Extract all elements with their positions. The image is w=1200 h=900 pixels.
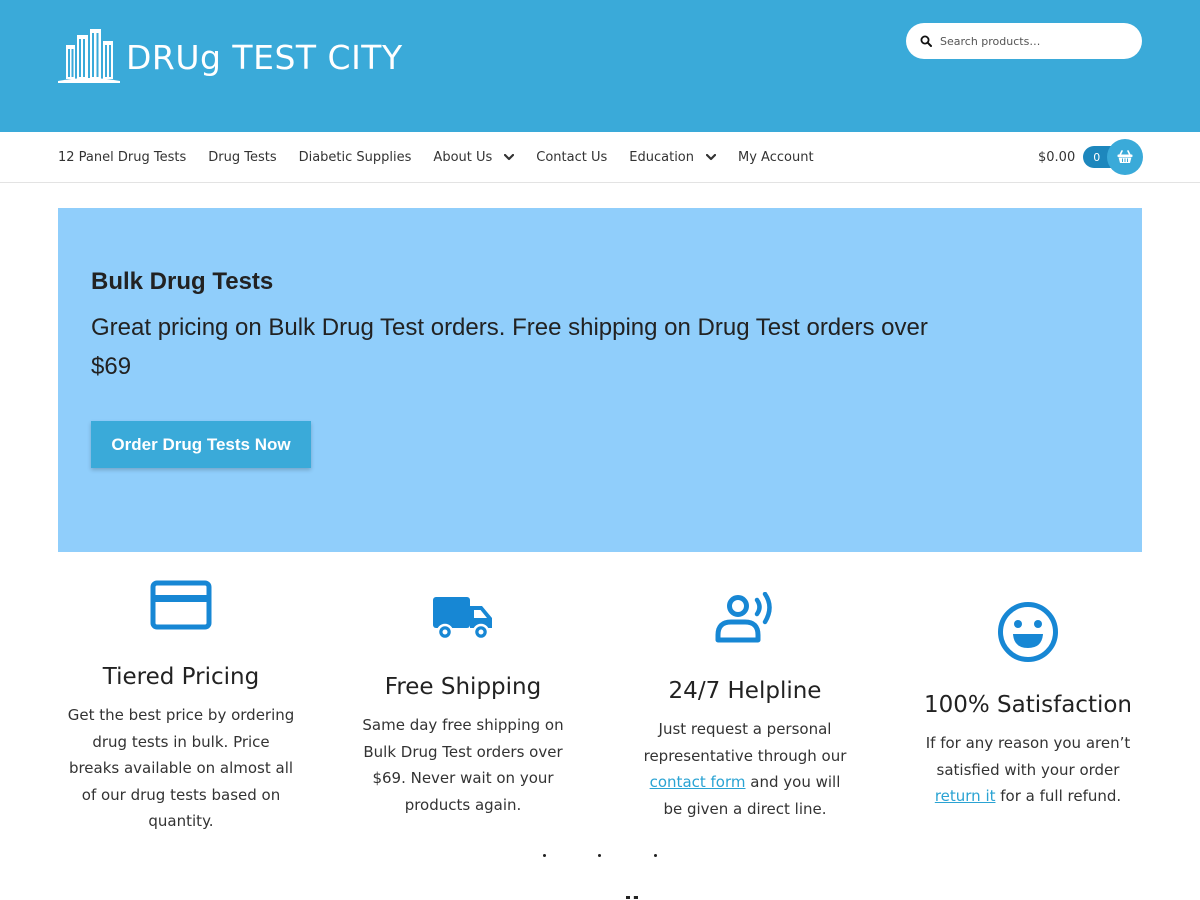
search-box[interactable]	[906, 23, 1142, 59]
nav-item-12-panel-drug-tests[interactable]: 12 Panel Drug Tests	[58, 150, 186, 165]
feature-free-shipping: Free Shipping Same day free shipping on …	[338, 595, 588, 818]
nav-item-my-account[interactable]: My Account	[738, 150, 814, 165]
feature-text: Get the best price by ordering drug test…	[67, 706, 295, 830]
hero-title: Bulk Drug Tests	[91, 268, 274, 295]
feature-title: Free Shipping	[384, 674, 542, 700]
main-navbar: 12 Panel Drug Tests Drug Tests Diabetic …	[0, 132, 1200, 183]
nav-item-label: Diabetic Supplies	[298, 149, 412, 165]
feature-text: If for any reason you aren’t satisfied w…	[903, 730, 1153, 810]
feature-text-part: If for any reason you aren’t satisfied w…	[925, 734, 1131, 779]
feature-satisfaction: 100% Satisfaction If for any reason you …	[903, 600, 1153, 810]
helpline-icon	[715, 592, 772, 643]
feature-helpline: 24/7 Helpline Just request a personal re…	[620, 592, 870, 822]
primary-menu: 12 Panel Drug Tests Drug Tests Diabetic …	[58, 132, 836, 182]
contact-form-link[interactable]: contact form	[650, 773, 746, 791]
logo-text: DRUg TEST CITY	[126, 37, 403, 77]
hero-subtitle: Great pricing on Bulk Drug Test orders. …	[91, 314, 928, 380]
nav-item-contact-us[interactable]: Contact Us	[536, 150, 607, 165]
smiley-icon	[998, 602, 1058, 662]
basket-icon	[1117, 150, 1133, 163]
separator-dot	[598, 854, 601, 857]
chevron-down-icon[interactable]	[705, 150, 717, 165]
feature-tiered-pricing: Tiered Pricing Get the best price by ord…	[56, 580, 306, 835]
site-logo[interactable]: DRUg TEST CITY	[58, 27, 403, 83]
nav-item-label: Education	[629, 149, 695, 165]
search-input[interactable]	[940, 34, 1130, 48]
nav-item-about-us[interactable]: About Us	[433, 149, 515, 165]
credit-card-icon	[150, 580, 212, 630]
cart-total[interactable]: $0.00	[1038, 150, 1075, 165]
cart-button[interactable]	[1107, 139, 1144, 175]
nav-item-label: Drug Tests	[208, 149, 277, 165]
chevron-down-icon[interactable]	[504, 150, 515, 165]
feature-text-part: Just request a personal representative t…	[643, 720, 847, 765]
cart-widget[interactable]: $0.00 0	[1038, 139, 1144, 175]
return-it-link[interactable]: return it	[935, 787, 996, 805]
site-header: DRUg TEST CITY	[0, 0, 1200, 132]
search-icon	[920, 35, 932, 47]
nav-item-label: Contact Us	[536, 149, 608, 165]
nav-item-education[interactable]: Education	[629, 149, 717, 165]
city-skyline-icon	[58, 29, 120, 83]
feature-text: Same day free shipping on Bulk Drug Test…	[362, 716, 564, 814]
separator-dot	[543, 854, 546, 857]
cutoff-fragment	[626, 896, 638, 900]
nav-item-label: 12 Panel Drug Tests	[58, 149, 187, 165]
feature-title: 100% Satisfaction	[923, 692, 1133, 718]
nav-item-diabetic-supplies[interactable]: Diabetic Supplies	[299, 150, 412, 165]
feature-title: 24/7 Helpline	[668, 678, 822, 704]
order-drug-tests-button[interactable]: Order Drug Tests Now	[91, 421, 311, 468]
nav-item-label: My Account	[738, 149, 814, 165]
truck-icon	[433, 597, 492, 641]
feature-text: Just request a personal representative t…	[620, 716, 870, 822]
feature-title: Tiered Pricing	[102, 664, 260, 690]
separator-dot	[654, 854, 657, 857]
feature-text-part: for a full refund.	[1000, 787, 1122, 805]
nav-item-label: About Us	[433, 149, 493, 165]
nav-item-drug-tests[interactable]: Drug Tests	[208, 150, 276, 165]
hero-banner: Bulk Drug Tests Great pricing on Bulk Dr…	[58, 208, 1142, 552]
